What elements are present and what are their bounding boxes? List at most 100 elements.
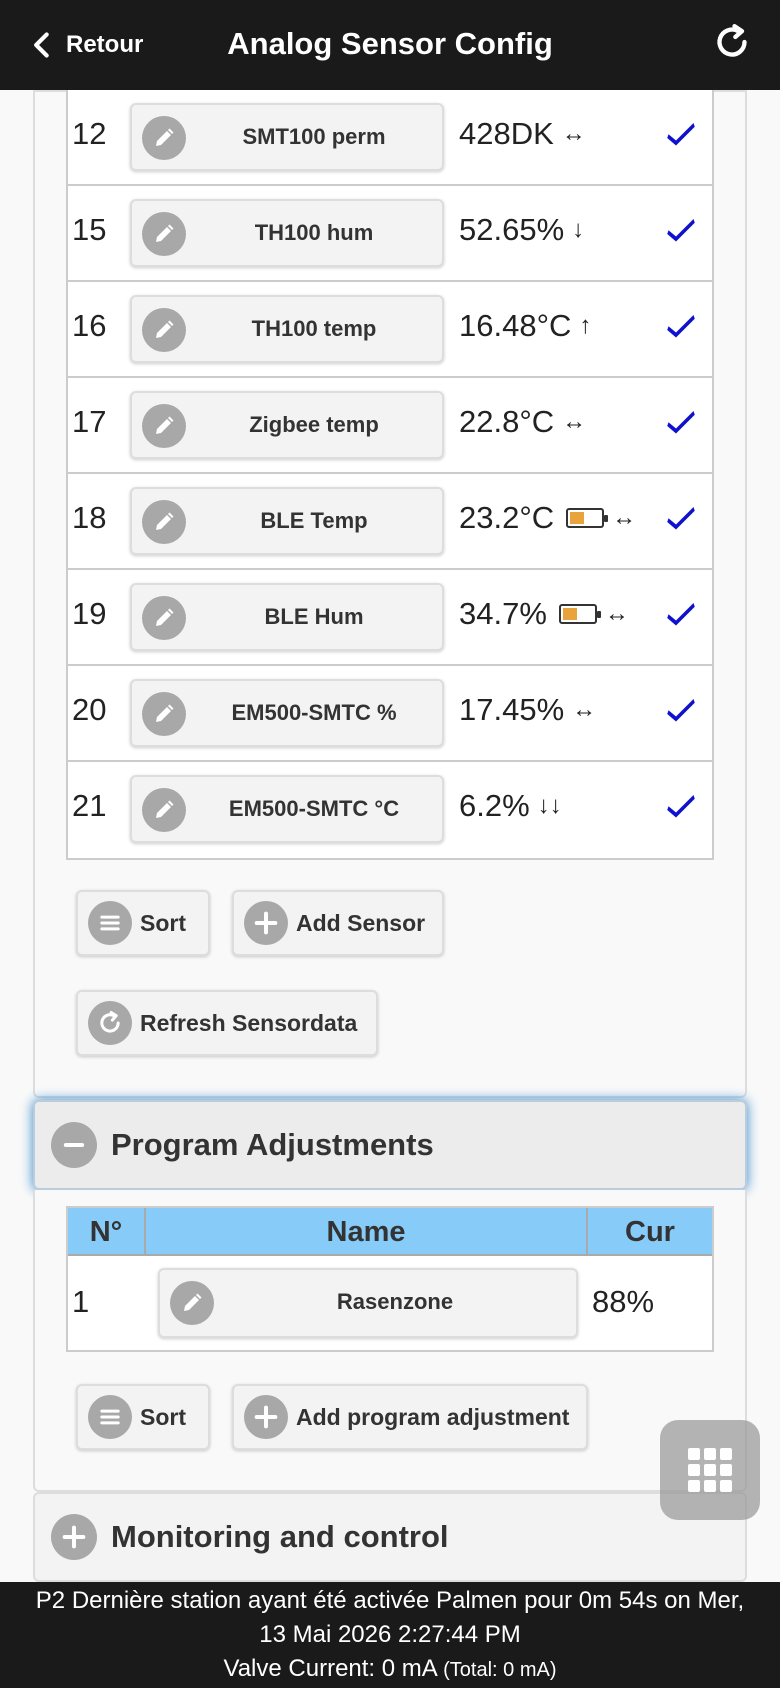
- refresh-sensordata-button[interactable]: Refresh Sensordata: [76, 990, 378, 1056]
- page-title: Analog Sensor Config: [227, 26, 553, 61]
- sensor-value-cell: 22.8°C ↔: [459, 404, 586, 440]
- refresh-icon[interactable]: [712, 22, 752, 62]
- refresh-sensordata-label: Refresh Sensordata: [140, 1009, 358, 1036]
- column-header-nr: N°: [68, 1208, 146, 1256]
- trend-arrow: ↔: [561, 120, 586, 147]
- edit-sensor-button[interactable]: EM500-SMTC %: [130, 679, 444, 747]
- keypad-fab-button[interactable]: [660, 1420, 760, 1520]
- row-nr: 1: [72, 1284, 90, 1319]
- sensor-value-cell: 52.65% ↓: [459, 212, 584, 248]
- column-header-name: Name: [146, 1208, 588, 1256]
- add-program-adjustment-label: Add program adjustment: [296, 1403, 570, 1430]
- table-row: 20 EM500-SMTC % 17.45% ↔: [68, 666, 712, 762]
- sensor-value: 6.2%: [459, 788, 530, 823]
- trend-arrow: ↔: [612, 504, 637, 531]
- sensor-name: SMT100 perm: [242, 124, 386, 149]
- pencil-icon: [142, 212, 186, 256]
- sensor-value: 34.7%: [459, 596, 547, 631]
- adjustment-name: Rasenzone: [336, 1289, 454, 1314]
- plus-icon: [51, 1514, 97, 1560]
- edit-sensor-button[interactable]: Zigbee temp: [130, 391, 444, 459]
- sensor-nr: 18: [72, 500, 107, 535]
- pencil-icon: [142, 116, 186, 160]
- sort-adjustments-button[interactable]: Sort: [76, 1384, 210, 1450]
- sort-label: Sort: [140, 909, 186, 936]
- sensor-value: 17.45%: [459, 692, 565, 727]
- sensor-nr: 21: [72, 788, 107, 823]
- sensor-nr: 20: [72, 692, 107, 727]
- checkmark-icon: [666, 310, 696, 340]
- edit-sensor-button[interactable]: SMT100 perm: [130, 103, 444, 171]
- sensor-nr: 16: [72, 308, 107, 343]
- pencil-icon: [142, 500, 186, 544]
- plus-icon: [244, 1395, 288, 1439]
- table-row: 19 BLE Hum 34.7% ↔: [68, 570, 712, 666]
- sensor-value-cell: 16.48°C ↑: [459, 308, 591, 344]
- sensor-value-cell: 23.2°C ↔: [459, 500, 636, 536]
- table-row: 15 TH100 hum 52.65% ↓: [68, 186, 712, 282]
- pencil-icon: [142, 692, 186, 736]
- sensor-value-cell: 34.7% ↔: [459, 596, 629, 632]
- battery-icon: [558, 604, 601, 624]
- sensor-name: EM500-SMTC %: [231, 700, 397, 725]
- pencil-icon: [142, 788, 186, 832]
- menu-icon: [88, 901, 132, 945]
- program-adjustments-header[interactable]: Program Adjustments: [33, 1100, 747, 1190]
- minus-icon: [51, 1122, 97, 1168]
- edit-sensor-button[interactable]: EM500-SMTC °C: [130, 775, 444, 843]
- sensor-value: 16.48°C: [459, 308, 572, 343]
- sensor-nr: 15: [72, 212, 107, 247]
- trend-arrow: ↔: [572, 696, 597, 723]
- valve-current: Valve Current: 0 mA: [223, 1655, 437, 1682]
- trend-arrow: ↔: [562, 408, 587, 435]
- last-station-status: P2 Dernière station ayant été activée Pa…: [35, 1587, 745, 1614]
- sensor-name: EM500-SMTC °C: [228, 796, 400, 821]
- edit-adjustment-button[interactable]: Rasenzone: [158, 1268, 578, 1338]
- sensor-name: BLE Temp: [260, 508, 368, 533]
- sensor-value-cell: 17.45% ↔: [459, 692, 596, 728]
- checkmark-icon: [666, 406, 696, 436]
- add-sensor-label: Add Sensor: [296, 909, 426, 936]
- checkmark-icon: [666, 502, 696, 532]
- program-adjustments-title: Program Adjustments: [111, 1127, 434, 1162]
- trend-arrow: ↓↓: [537, 792, 562, 819]
- table-row: 18 BLE Temp 23.2°C ↔: [68, 474, 712, 570]
- last-station-date: 13 Mai 2026 2:27:44 PM: [259, 1621, 521, 1648]
- table-header: N° Name Cur: [68, 1208, 712, 1256]
- monitoring-control-header[interactable]: Monitoring and control: [33, 1492, 747, 1582]
- trend-arrow: ↑: [579, 312, 592, 339]
- checkmark-icon: [666, 694, 696, 724]
- monitoring-control-title: Monitoring and control: [111, 1519, 449, 1554]
- edit-sensor-button[interactable]: TH100 temp: [130, 295, 444, 363]
- plus-icon: [244, 901, 288, 945]
- sensor-value-cell: 6.2% ↓↓: [459, 788, 562, 824]
- add-program-adjustment-button[interactable]: Add program adjustment: [232, 1384, 588, 1450]
- add-sensor-button[interactable]: Add Sensor: [232, 890, 444, 956]
- sensor-table: 12 SMT100 perm 428DK ↔ 15 TH100 hum 52.65% ↓ 16 T…: [66, 90, 714, 860]
- valve-current-total: (Total: 0 mA): [443, 1659, 557, 1681]
- sensor-nr: 12: [72, 116, 107, 151]
- checkmark-icon: [666, 790, 696, 820]
- header-bar: Retour Analog Sensor Config: [0, 0, 780, 90]
- edit-sensor-button[interactable]: BLE Hum: [130, 583, 444, 651]
- battery-icon: [566, 508, 609, 528]
- sort-label: Sort: [140, 1403, 186, 1430]
- program-adjustments-table: N° Name Cur 1 Rasenzone 88%: [66, 1206, 714, 1352]
- pencil-icon: [142, 308, 186, 352]
- sensor-nr: 19: [72, 596, 107, 631]
- sensor-value: 428DK: [459, 116, 554, 151]
- table-row: 21 EM500-SMTC °C 6.2% ↓↓: [68, 762, 712, 858]
- table-row: 12 SMT100 perm 428DK ↔: [68, 90, 712, 186]
- sensor-value: 52.65%: [459, 212, 565, 247]
- pencil-icon: [142, 596, 186, 640]
- sort-sensors-button[interactable]: Sort: [76, 890, 210, 956]
- sensor-name: Zigbee temp: [249, 412, 379, 437]
- grid-icon: [688, 1448, 732, 1492]
- trend-arrow: ↓: [572, 216, 585, 243]
- sensor-value-cell: 428DK ↔: [459, 116, 586, 152]
- edit-sensor-button[interactable]: TH100 hum: [130, 199, 444, 267]
- table-row: 17 Zigbee temp 22.8°C ↔: [68, 378, 712, 474]
- refresh-icon: [88, 1001, 132, 1045]
- edit-sensor-button[interactable]: BLE Temp: [130, 487, 444, 555]
- checkmark-icon: [666, 118, 696, 148]
